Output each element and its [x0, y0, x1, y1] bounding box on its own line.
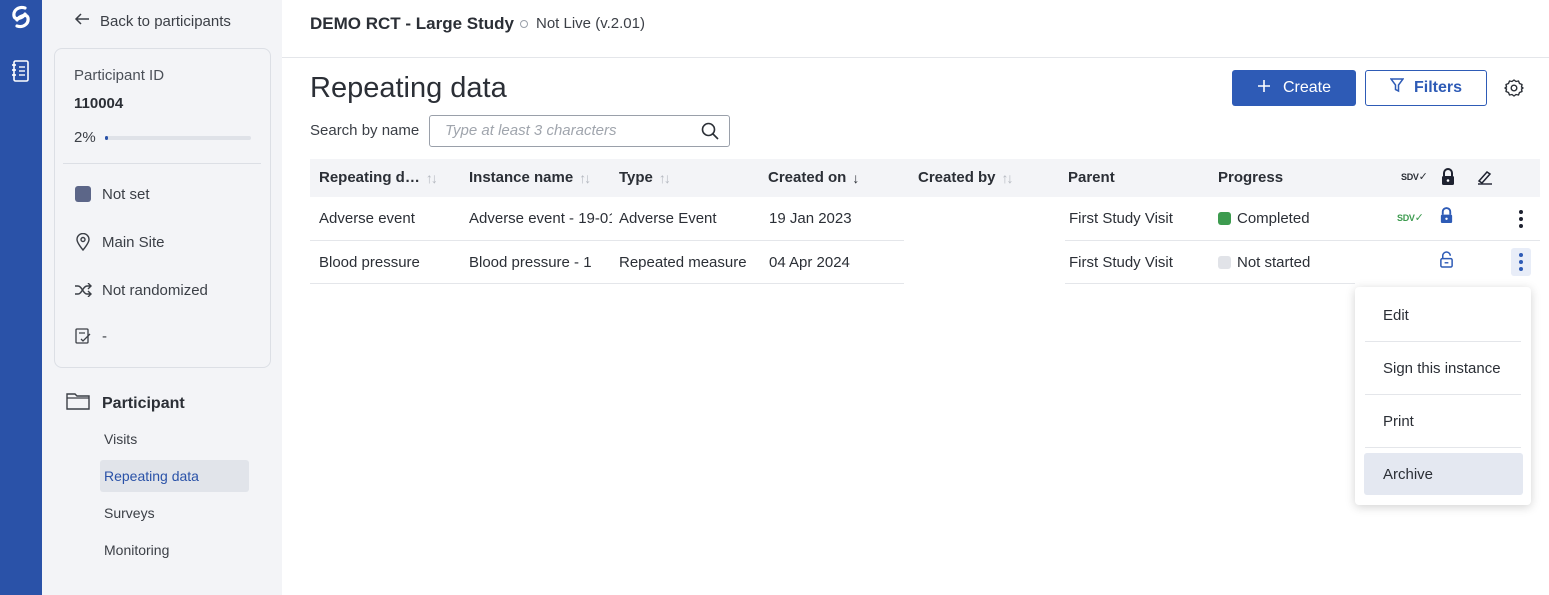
cell-created-on: 19 Jan 2023 [769, 210, 852, 227]
cell-progress: Completed [1218, 210, 1368, 227]
sdv-column-icon: SDV✓ [1401, 171, 1428, 183]
sort-icon: ↑↓ [579, 169, 591, 186]
participant-card: Participant ID 110004 2% Not set Main Si… [54, 48, 271, 368]
cell-instance-name: Adverse event - 19-01-2023 [469, 210, 612, 227]
menu-divider [1365, 447, 1521, 448]
participant-randomization: Not randomized [74, 281, 208, 299]
lock-open-icon[interactable] [1439, 251, 1454, 272]
app-logo-icon[interactable] [8, 4, 34, 30]
sdv-verified-icon: SDV✓ [1397, 212, 1424, 224]
participant-extra: - [74, 327, 107, 345]
menu-item-print[interactable]: Print [1355, 395, 1531, 447]
sidebar-item-repeating-data[interactable]: Repeating data [100, 460, 249, 492]
sidebar-item-visits[interactable]: Visits [100, 423, 249, 455]
participant-section-header: Participant [66, 392, 185, 415]
menu-item-sign-instance[interactable]: Sign this instance [1355, 342, 1531, 394]
study-status: Not Live (v.2.01) [520, 15, 645, 32]
row-actions-button[interactable] [1511, 248, 1531, 276]
notebook-icon[interactable] [6, 56, 36, 86]
folder-icon [66, 392, 90, 415]
page-title: Repeating data [310, 72, 507, 104]
gear-icon[interactable] [1504, 78, 1524, 98]
sign-column-icon [1477, 169, 1493, 189]
column-created-by[interactable]: Created by ↑↓ [918, 169, 1014, 186]
card-divider [63, 163, 261, 164]
sort-icon: ↑↓ [1001, 169, 1014, 186]
progress-status-icon [1218, 256, 1231, 269]
status-square-icon [74, 185, 92, 203]
search-input[interactable] [445, 122, 695, 139]
form-edit-icon [74, 327, 92, 345]
participant-progress-text: 2% [74, 129, 96, 146]
shuffle-icon [74, 281, 92, 299]
back-to-participants-link[interactable]: Back to participants [74, 12, 231, 30]
filter-icon [1389, 78, 1405, 98]
status-ring-icon [520, 19, 528, 28]
search-icon[interactable] [701, 122, 719, 144]
cell-type: Adverse Event [619, 210, 717, 227]
cell-instance-name: Blood pressure - 1 [469, 254, 592, 271]
column-type[interactable]: Type ↑↓ [619, 169, 671, 186]
row-divider [310, 283, 904, 284]
study-name: DEMO RCT - Large Study [310, 14, 515, 33]
row-divider [1065, 283, 1355, 284]
filters-button[interactable]: Filters [1365, 70, 1487, 106]
cell-repeating-data: Adverse event [319, 210, 415, 227]
lock-closed-icon[interactable] [1439, 207, 1454, 228]
column-progress: Progress [1218, 169, 1284, 186]
menu-item-edit[interactable]: Edit [1355, 289, 1531, 341]
participant-sidebar: Back to participants Participant ID 1100… [42, 0, 282, 595]
lock-column-icon [1440, 168, 1456, 190]
row-divider [1065, 240, 1540, 241]
menu-item-archive[interactable]: Archive [1364, 453, 1523, 495]
location-pin-icon [74, 233, 92, 251]
cell-parent: First Study Visit [1069, 210, 1173, 227]
column-repeating-data[interactable]: Repeating d… ↑↓ [319, 169, 438, 186]
progress-status-icon [1218, 212, 1231, 225]
cell-type: Repeated measure [619, 254, 747, 271]
sidebar-item-surveys[interactable]: Surveys [100, 497, 249, 529]
participant-progress-bar [105, 136, 251, 140]
cell-progress: Not started [1218, 254, 1368, 271]
column-parent: Parent [1068, 169, 1115, 186]
cell-repeating-data: Blood pressure [319, 254, 420, 271]
participant-id-value: 110004 [74, 95, 124, 112]
row-divider [310, 240, 904, 241]
column-created-on[interactable]: Created on ↓ [768, 169, 859, 186]
arrow-left-icon [74, 12, 90, 30]
top-header: DEMO RCT - Large Study Not Live (v.2.01) [282, 0, 1549, 58]
row-actions-button[interactable] [1511, 205, 1531, 233]
sort-icon: ↑↓ [658, 169, 671, 186]
search-field [429, 115, 730, 147]
participant-site: Main Site [74, 233, 165, 251]
sort-desc-icon: ↓ [852, 169, 860, 186]
create-button[interactable]: Create [1232, 70, 1356, 106]
participant-status: Not set [74, 185, 150, 203]
cell-parent: First Study Visit [1069, 254, 1173, 271]
app-rail [0, 0, 42, 595]
sidebar-item-monitoring[interactable]: Monitoring [100, 534, 249, 566]
back-label: Back to participants [100, 12, 231, 30]
plus-icon [1257, 79, 1271, 98]
sort-icon: ↑↓ [425, 169, 438, 186]
cell-created-on: 04 Apr 2024 [769, 254, 850, 271]
participant-id-label: Participant ID [74, 67, 165, 84]
row-actions-menu: Edit Sign this instance Print Archive [1355, 287, 1531, 505]
search-label: Search by name [310, 122, 420, 139]
table-header: Repeating d… ↑↓ Instance name ↑↓ Type ↑↓ Cr… [310, 159, 1540, 197]
column-instance-name[interactable]: Instance name ↑↓ [469, 169, 591, 186]
